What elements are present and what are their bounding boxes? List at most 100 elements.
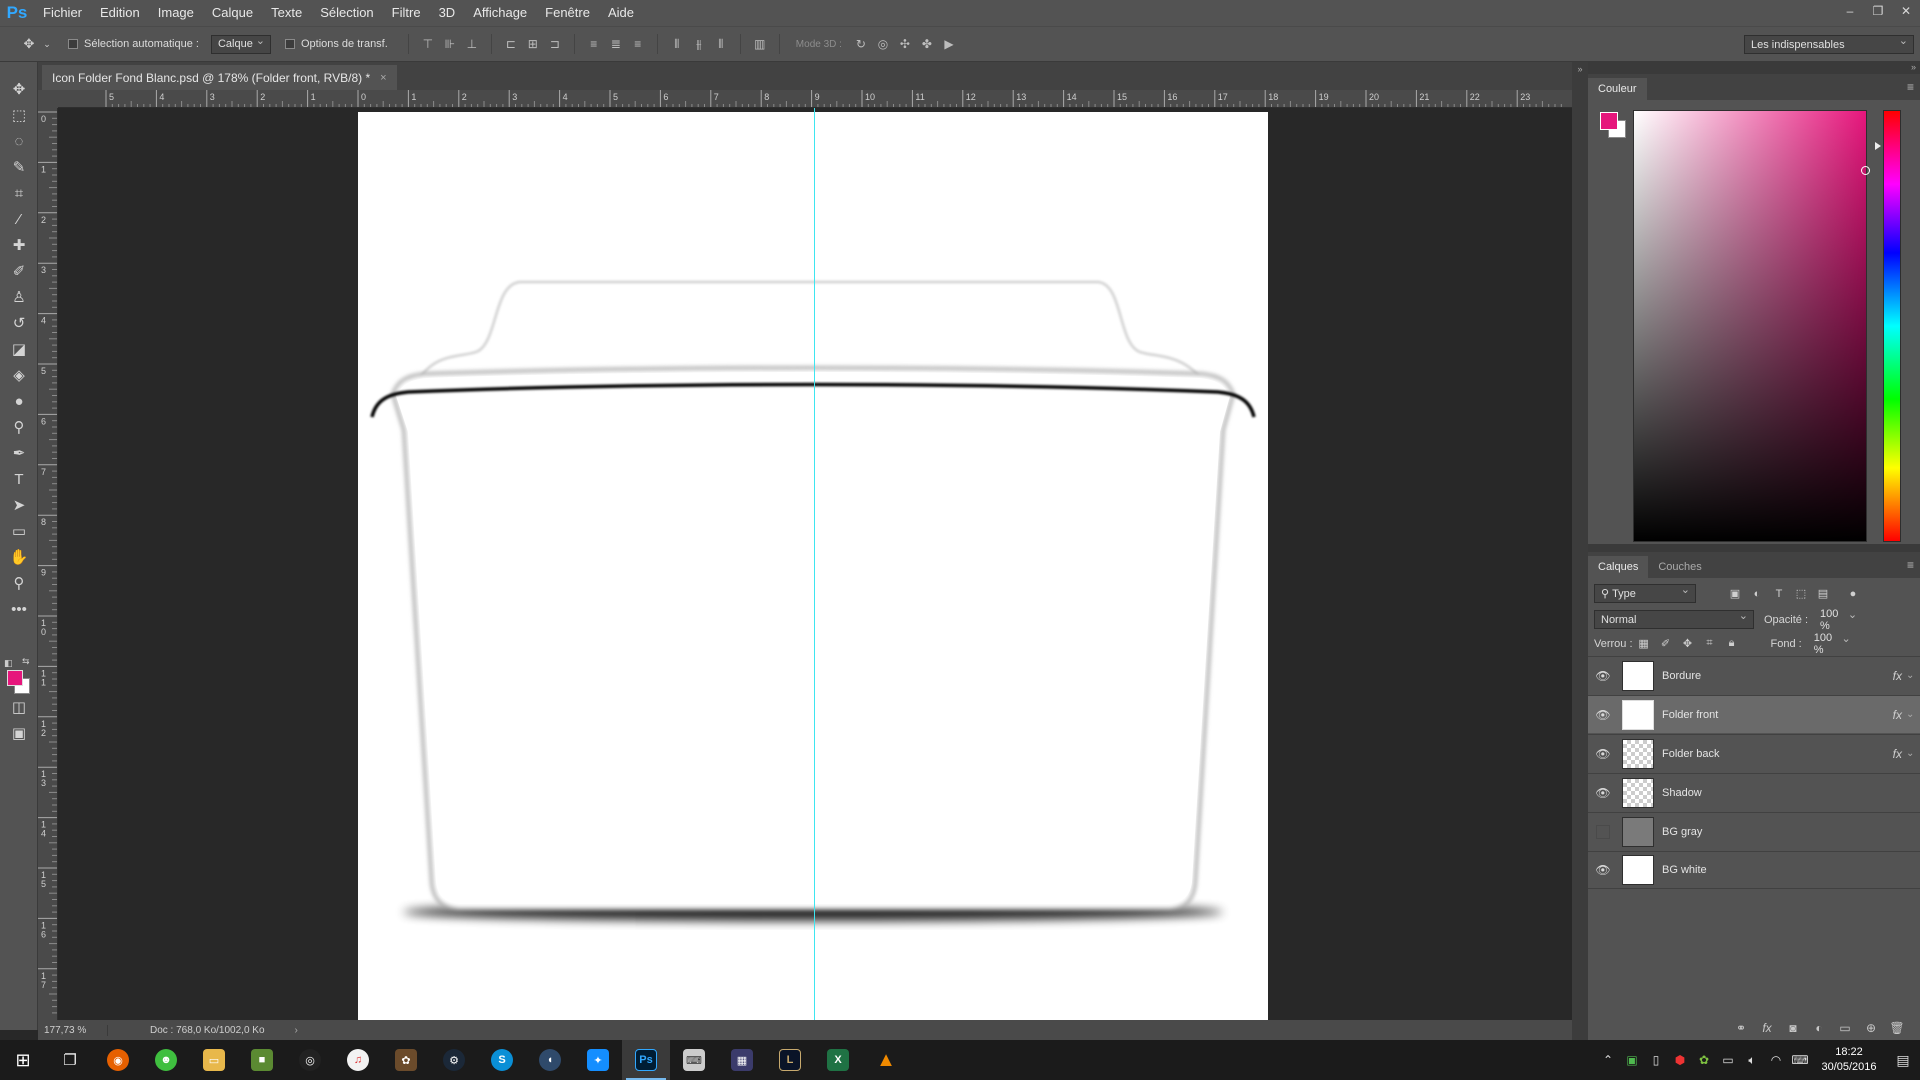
eraser-tool-icon[interactable]: ◪ — [0, 336, 38, 362]
foreground-color-swatch[interactable] — [1600, 112, 1618, 130]
antivirus-icon[interactable]: ⬢ — [1668, 1053, 1692, 1067]
roll-3d-icon[interactable]: ◎ — [872, 33, 894, 55]
firefox-icon[interactable]: ◉ — [94, 1040, 142, 1080]
photoshop-icon[interactable]: Ps — [622, 1040, 670, 1080]
filter-adjustment-icon[interactable]: ◐ — [1746, 585, 1768, 603]
move-tool-icon[interactable]: ✥ — [18, 33, 40, 55]
vertical-guide[interactable] — [814, 108, 815, 1020]
ruler-origin[interactable] — [38, 90, 58, 108]
usb-icon[interactable]: ▯ — [1644, 1053, 1668, 1067]
layer-row[interactable]: 👁︎ BG white — [1588, 851, 1920, 889]
marquee-tool-icon[interactable]: ⬚ — [0, 102, 38, 128]
blend-mode-dropdown[interactable]: Normal — [1594, 609, 1754, 629]
layer-row[interactable]: BG gray — [1588, 812, 1920, 850]
quick-selection-tool-icon[interactable]: ✎ — [0, 154, 38, 180]
menu-affichage[interactable]: Affichage — [464, 0, 536, 26]
vertical-ruler[interactable]: 01234567891011121314151617 — [38, 108, 58, 1020]
align-right-icon[interactable]: ⊐ — [544, 33, 566, 55]
auto-select-checkbox[interactable] — [68, 39, 78, 49]
panel-menu-icon[interactable]: ≡ — [1907, 80, 1914, 94]
blur-tool-icon[interactable]: ● — [0, 388, 38, 414]
history-brush-tool-icon[interactable]: ↺ — [0, 310, 38, 336]
battlenet-icon[interactable]: ✦ — [574, 1040, 622, 1080]
align-hcenter-icon[interactable]: ⊞ — [522, 33, 544, 55]
hand-tool-icon[interactable]: ✋ — [0, 544, 38, 570]
menu-fichier[interactable]: Fichier — [34, 0, 91, 26]
menu-filtre[interactable]: Filtre — [383, 0, 430, 26]
restore-button[interactable]: ❐ — [1864, 0, 1892, 22]
fx-badge[interactable]: fx — [1893, 747, 1902, 761]
launcher-icon[interactable]: ⌨ — [670, 1040, 718, 1080]
visibility-eye-icon[interactable]: 👁︎ — [1588, 863, 1618, 877]
eyedropper-tool-icon[interactable]: ⁄ — [0, 206, 38, 232]
filter-toggle-icon[interactable]: ● — [1842, 585, 1864, 603]
more-tools-icon[interactable]: ••• — [0, 596, 38, 622]
visibility-eye-icon[interactable]: 👁︎ — [1588, 708, 1618, 722]
opacity-field[interactable]: 100 % — [1814, 608, 1862, 632]
pen-tool-icon[interactable]: ✒ — [0, 440, 38, 466]
workspace-dropdown[interactable]: Les indispensables — [1744, 34, 1914, 54]
lasso-tool-icon[interactable]: ◌ — [0, 128, 38, 154]
hue-slider-handle[interactable] — [1875, 142, 1881, 150]
show-hidden-icons-icon[interactable]: ⌃ — [1596, 1053, 1620, 1067]
vlc-icon[interactable]: ▲ — [862, 1040, 910, 1080]
align-top-icon[interactable]: ⊤ — [417, 33, 439, 55]
filter-pixel-icon[interactable]: ▣ — [1724, 585, 1746, 603]
close-document-icon[interactable]: × — [380, 72, 386, 84]
rectangle-tool-icon[interactable]: ▭ — [0, 518, 38, 544]
pidgin-icon[interactable]: ☻ — [142, 1040, 190, 1080]
layer-row[interactable]: 👁︎ Shadow — [1588, 773, 1920, 811]
slide-3d-icon[interactable]: ✤ — [916, 33, 938, 55]
align-bottom-icon[interactable]: ⊥ — [461, 33, 483, 55]
teamspeak-icon[interactable]: ◖ — [526, 1040, 574, 1080]
orbit-3d-icon[interactable]: ↻ — [850, 33, 872, 55]
screen-mode-icon[interactable]: ▣ — [0, 720, 38, 746]
layer-filter-dropdown[interactable]: ⚲ Type — [1594, 583, 1696, 603]
tab-couches[interactable]: Couches — [1648, 556, 1711, 578]
lock-all-icon[interactable]: 🔒︎ — [1721, 635, 1743, 653]
collapse-panels-icon[interactable]: » — [1911, 62, 1916, 72]
obs-icon[interactable]: ◎ — [286, 1040, 334, 1080]
distribute-hcenter-icon[interactable]: ⫵ — [688, 33, 710, 55]
tool-preset-chevron-icon[interactable]: ⌄ — [40, 33, 54, 55]
menu-3d[interactable]: 3D — [430, 0, 465, 26]
menu-aide[interactable]: Aide — [599, 0, 643, 26]
healing-brush-tool-icon[interactable]: ✚ — [0, 232, 38, 258]
clock[interactable]: 18:22 30/05/2016 — [1812, 1045, 1886, 1075]
visibility-eye-icon[interactable]: 👁︎ — [1588, 669, 1618, 683]
foreground-color-swatch[interactable] — [7, 670, 23, 686]
dodge-tool-icon[interactable]: ⚲ — [0, 414, 38, 440]
adjustment-layer-icon[interactable]: ◐ — [1806, 1021, 1832, 1035]
crop-tool-icon[interactable]: ⌗ — [0, 180, 38, 206]
pan-3d-icon[interactable]: ✣ — [894, 33, 916, 55]
expand-effects-icon[interactable]: ⌄ — [1906, 709, 1920, 720]
horizontal-ruler[interactable]: 5 4 3 2 1 0 1 2 3 4 5 6 7 8 9 10 11 12 13 14 15 16 17 18 19 20 21 2… — [58, 90, 1572, 108]
panel-menu-icon[interactable]: ≡ — [1907, 558, 1914, 572]
battery-icon[interactable]: ▭ — [1716, 1053, 1740, 1067]
add-style-icon[interactable]: fx — [1754, 1021, 1780, 1035]
tab-calques[interactable]: Calques — [1588, 556, 1649, 578]
distribute-bottom-icon[interactable]: ≡ — [627, 33, 649, 55]
paint-bucket-tool-icon[interactable]: ◈ — [0, 362, 38, 388]
zoom-tool-icon[interactable]: ⚲ — [0, 570, 38, 596]
layer-row[interactable]: 👁︎ Bordure fx ⌄ — [1588, 656, 1920, 694]
menu-calque[interactable]: Calque — [203, 0, 262, 26]
fill-field[interactable]: 100 % — [1808, 632, 1856, 656]
keyboard-icon[interactable]: ⌨ — [1788, 1053, 1812, 1067]
add-mask-icon[interactable]: ◙ — [1780, 1021, 1806, 1035]
new-group-icon[interactable]: ▭ — [1832, 1021, 1858, 1035]
visibility-eye-icon[interactable]: 👁︎ — [1588, 747, 1618, 761]
file-explorer-icon[interactable]: ▭ — [190, 1040, 238, 1080]
menu-texte[interactable]: Texte — [262, 0, 311, 26]
auto-align-icon[interactable]: ▥ — [749, 33, 771, 55]
excel-icon[interactable]: X — [814, 1040, 862, 1080]
distribute-vcenter-icon[interactable]: ≣ — [605, 33, 627, 55]
action-center-icon[interactable]: ▤ — [1886, 1052, 1920, 1069]
task-view-icon[interactable]: ❐ — [46, 1040, 94, 1080]
distribute-right-icon[interactable]: ⫴ — [710, 33, 732, 55]
move-tool-icon[interactable]: ✥ — [0, 76, 38, 102]
fx-badge[interactable]: fx — [1893, 669, 1902, 683]
filter-type-icon[interactable]: T — [1768, 585, 1790, 603]
transform-checkbox[interactable] — [284, 39, 295, 49]
filter-shape-icon[interactable]: ⬚ — [1790, 585, 1812, 603]
